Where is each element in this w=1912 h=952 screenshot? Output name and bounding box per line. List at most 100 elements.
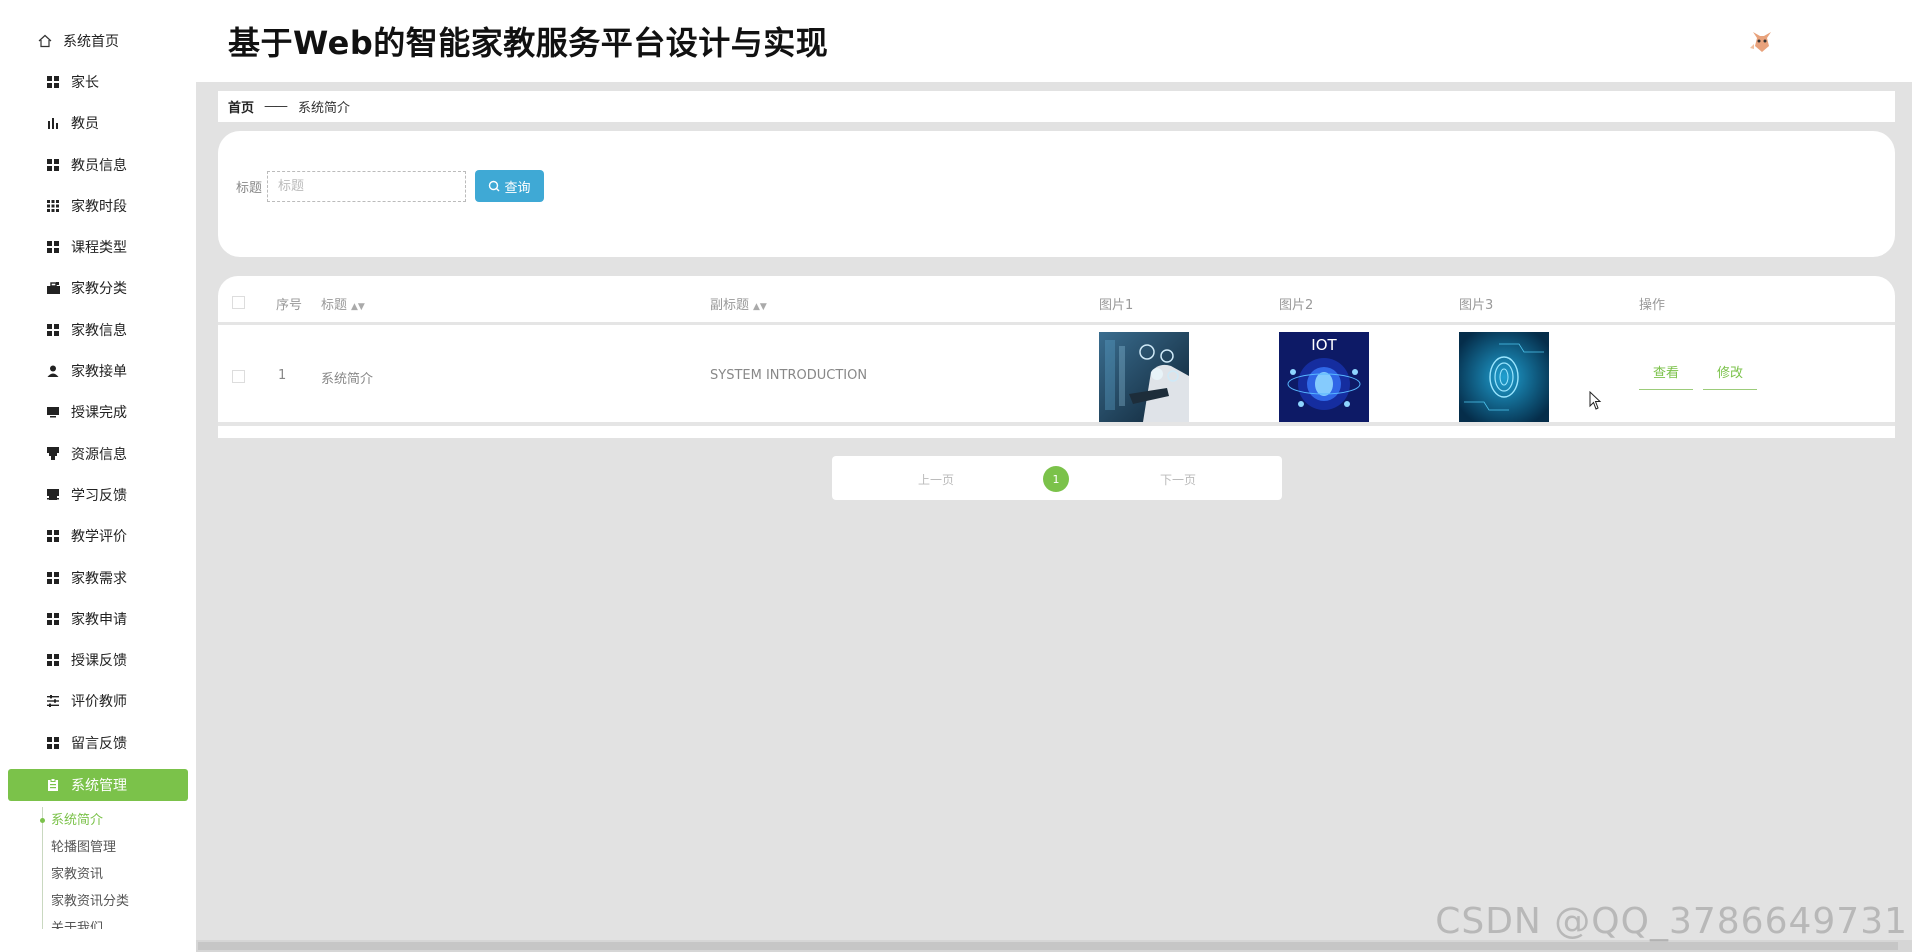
data-table: 序号 标题 ▲▼ 副标题 ▲▼ 图片1 图片2 图片3 操作 1 系统简介 SYST… <box>218 276 1895 438</box>
sidebar-item-9[interactable]: 授课完成 <box>0 392 196 433</box>
thumbnail-image-1[interactable] <box>1099 332 1189 422</box>
sidebar-item-15[interactable]: 授课反馈 <box>0 639 196 680</box>
sidebar-item-label: 资源信息 <box>71 446 127 463</box>
sidebar-item-4[interactable]: 家教时段 <box>0 185 196 226</box>
row-checkbox[interactable] <box>232 370 245 383</box>
page-number-button[interactable]: 1 <box>1043 466 1069 492</box>
sidebar-item-label: 家教申请 <box>71 611 127 628</box>
table-header: 序号 标题 ▲▼ 副标题 ▲▼ 图片1 图片2 图片3 操作 <box>218 276 1895 325</box>
submenu-item-carousel[interactable]: 轮播图管理 <box>51 834 196 861</box>
avatar[interactable] <box>1744 22 1780 58</box>
sidebar-item-12[interactable]: 教学评价 <box>0 516 196 557</box>
sidebar-item-8[interactable]: 家教接单 <box>0 350 196 391</box>
page-title: 基于Web的智能家教服务平台设计与实现 <box>228 24 829 62</box>
grid-icon <box>46 240 60 254</box>
sidebar-item-17[interactable]: 留言反馈 <box>0 722 196 763</box>
sidebar-item-home[interactable]: 系统首页 <box>0 20 196 61</box>
column-header-image3: 图片3 <box>1459 298 1494 313</box>
sidebar-item-label: 教学评价 <box>71 529 127 546</box>
cell-subtitle: SYSTEM INTRODUCTION <box>710 368 868 383</box>
sidebar-item-label: 授课反馈 <box>71 653 127 670</box>
sidebar-item-label: 学习反馈 <box>71 487 127 504</box>
sidebar-item-label: 教员 <box>71 116 99 133</box>
printer-icon <box>46 488 60 502</box>
sidebar-item-2[interactable]: 教员 <box>0 103 196 144</box>
sidebar-item-label: 课程类型 <box>71 240 127 257</box>
mouse-cursor-icon <box>1589 391 1602 410</box>
sidebar-item-label: 家长 <box>71 74 99 91</box>
sidebar-item-label: 家教信息 <box>71 322 127 339</box>
sidebar-item-label: 留言反馈 <box>71 735 127 752</box>
search-input[interactable] <box>267 171 466 202</box>
column-header-label: 副标题 <box>710 298 750 313</box>
sidebar-item-11[interactable]: 学习反馈 <box>0 474 196 515</box>
submenu-item-about[interactable]: 关于我们 <box>51 915 196 929</box>
sidebar-item-label: 授课完成 <box>71 405 127 422</box>
cell-index: 1 <box>278 368 287 383</box>
home-icon <box>38 34 52 48</box>
grid-icon <box>46 612 60 626</box>
search-button-label: 查询 <box>504 179 531 195</box>
monitor-icon <box>46 405 60 419</box>
submenu-item-system-intro[interactable]: 系统简介 <box>40 807 196 834</box>
search-button[interactable]: 查询 <box>475 170 544 202</box>
column-header-title[interactable]: 标题 ▲▼ <box>321 294 365 313</box>
grid-icon <box>46 571 60 585</box>
prev-page-button[interactable]: 上一页 <box>918 471 954 488</box>
thumbnail-image-3[interactable] <box>1459 332 1549 422</box>
table-row: 1 系统简介 SYSTEM INTRODUCTION IOT 查看 修改 <box>218 328 1895 426</box>
breadcrumb-home[interactable]: 首页 <box>228 97 254 116</box>
sidebar-item-5[interactable]: 课程类型 <box>0 226 196 267</box>
next-page-button[interactable]: 下一页 <box>1160 471 1196 488</box>
grid-icon <box>46 736 60 750</box>
sidebar: 系统首页 家长教员教员信息家教时段课程类型家教分类家教信息家教接单授课完成资源信… <box>0 0 196 952</box>
edit-button[interactable]: 修改 <box>1703 362 1758 390</box>
submenu: 系统简介 轮播图管理 家教资讯 家教资讯分类 关于我们 <box>40 807 196 930</box>
bar-chart-icon <box>46 116 60 130</box>
sort-icon[interactable]: ▲▼ <box>753 302 767 312</box>
breadcrumb: 首页 —— 系统简介 <box>218 91 1895 122</box>
watermark: CSDN @QQ_3786649731 <box>1435 901 1908 942</box>
sidebar-item-label: 系统首页 <box>63 33 119 50</box>
sort-icon[interactable]: ▲▼ <box>351 302 365 312</box>
column-header-subtitle[interactable]: 副标题 ▲▼ <box>710 294 767 313</box>
sidebar-item-3[interactable]: 教员信息 <box>0 144 196 185</box>
sidebar-item-7[interactable]: 家教信息 <box>0 309 196 350</box>
sidebar-item-label: 教员信息 <box>71 157 127 174</box>
submenu-item-news[interactable]: 家教资讯 <box>51 861 196 888</box>
view-button[interactable]: 查看 <box>1639 362 1694 390</box>
sidebar-item-label: 评价教师 <box>71 694 127 711</box>
grid-icon <box>46 158 60 172</box>
briefcase-icon <box>46 281 60 295</box>
submenu-item-news-category[interactable]: 家教资讯分类 <box>51 888 196 915</box>
cell-title: 系统简介 <box>321 372 374 387</box>
column-header-image2: 图片2 <box>1279 298 1314 313</box>
column-header-label: 标题 <box>321 298 348 313</box>
sidebar-item-system-management[interactable]: 系统管理 <box>8 769 188 802</box>
search-label: 标题 <box>236 181 263 196</box>
column-header-image1: 图片1 <box>1099 298 1134 313</box>
sidebar-item-16[interactable]: 评价教师 <box>0 681 196 722</box>
column-header-index: 序号 <box>276 298 303 313</box>
user-icon <box>46 364 60 378</box>
sidebar-item-6[interactable]: 家教分类 <box>0 268 196 309</box>
pagination: 上一页 1 下一页 <box>832 456 1282 500</box>
clipboard-icon <box>46 778 60 792</box>
search-panel: 标题 查询 <box>218 131 1895 257</box>
select-all-checkbox[interactable] <box>232 296 245 309</box>
scrollbar-thumb[interactable] <box>198 942 1898 950</box>
sidebar-item-13[interactable]: 家教需求 <box>0 557 196 598</box>
sidebar-item-label: 家教分类 <box>71 281 127 298</box>
header: 基于Web的智能家教服务平台设计与实现 <box>196 0 1912 82</box>
image-caption: IOT <box>1311 336 1337 354</box>
grid-icon <box>46 75 60 89</box>
sidebar-item-10[interactable]: 资源信息 <box>0 433 196 474</box>
grid-icon <box>46 529 60 543</box>
thumbnail-image-2[interactable]: IOT <box>1279 332 1369 422</box>
grid-icon <box>46 323 60 337</box>
sidebar-item-14[interactable]: 家教申请 <box>0 598 196 639</box>
column-header-actions: 操作 <box>1639 298 1666 313</box>
sidebar-item-1[interactable]: 家长 <box>0 61 196 102</box>
sidebar-item-label: 家教需求 <box>71 570 127 587</box>
breadcrumb-separator: —— <box>264 99 288 114</box>
